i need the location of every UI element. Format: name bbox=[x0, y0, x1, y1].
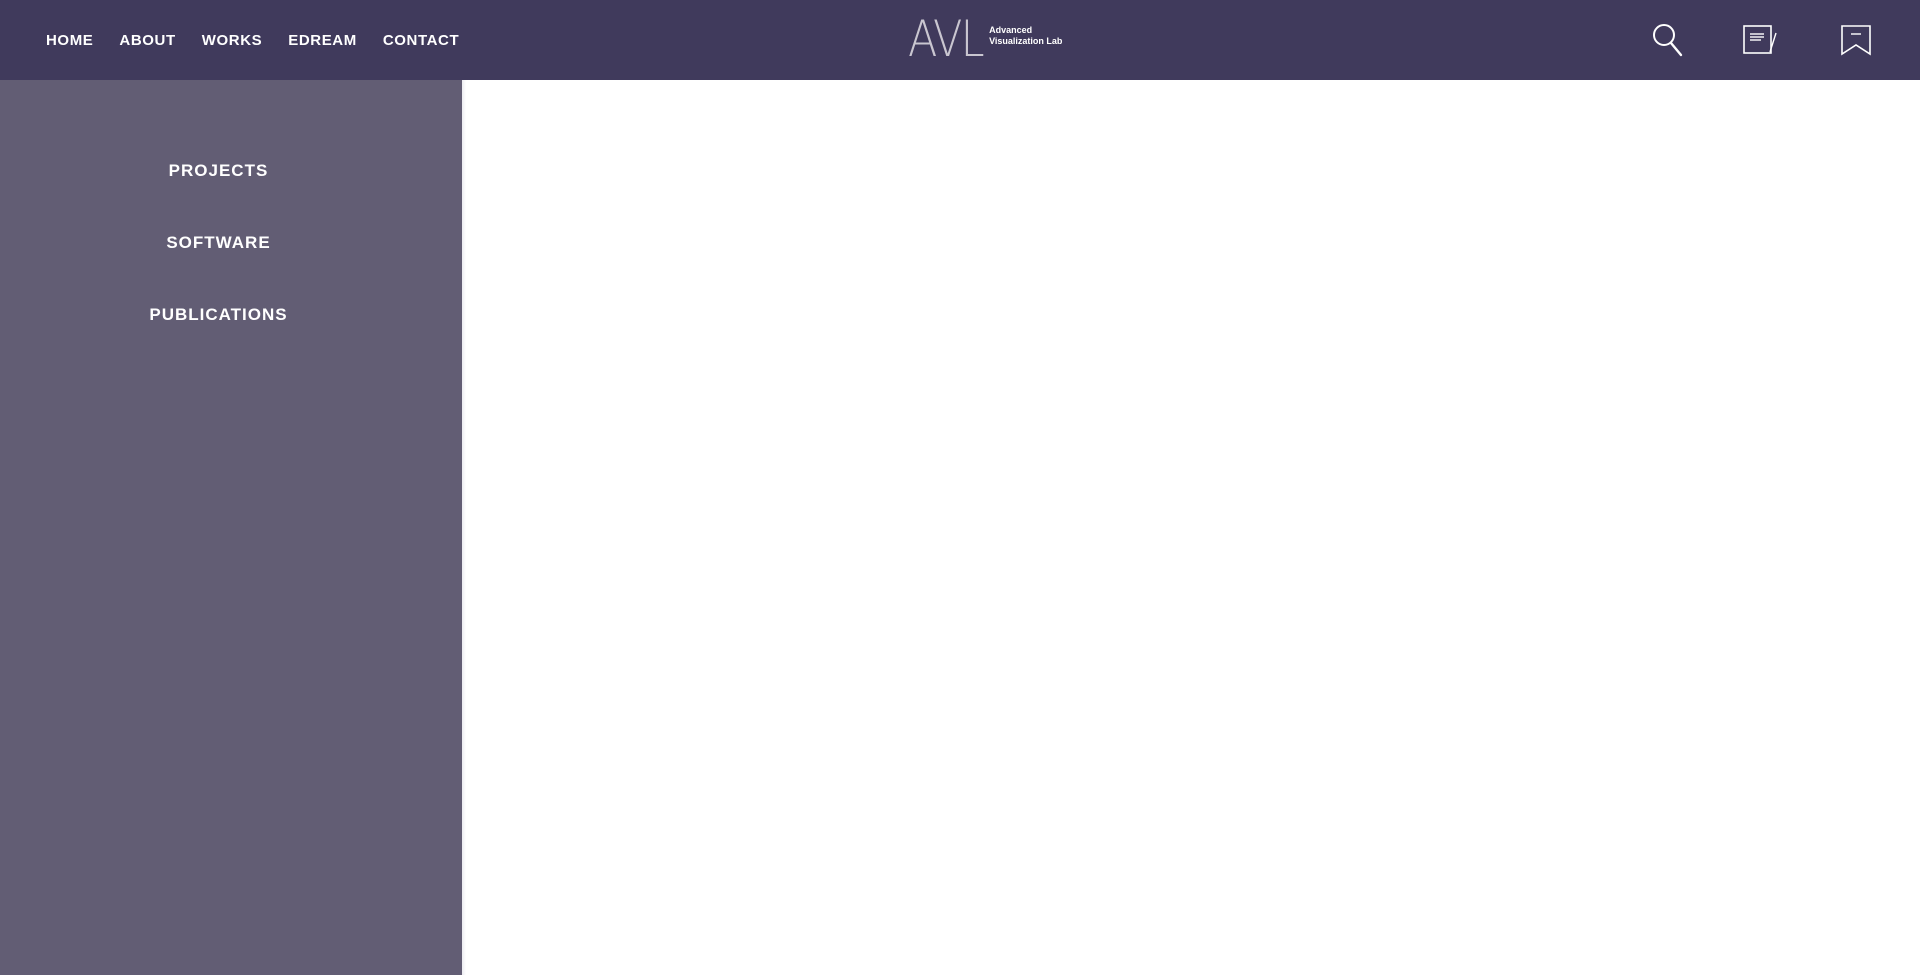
search-icon[interactable] bbox=[1650, 22, 1686, 58]
nav-home[interactable]: HOME bbox=[46, 32, 93, 49]
notes-icon[interactable] bbox=[1742, 22, 1778, 58]
nav-edream[interactable]: EDREAM bbox=[288, 32, 357, 49]
nav-about[interactable]: ABOUT bbox=[119, 32, 175, 49]
site-logo[interactable]: AVL Advanced Visualization Lab bbox=[908, 14, 1062, 64]
sidebar-menu: PROJECTS SOFTWARE PUBLICATIONS bbox=[0, 80, 462, 975]
site-header: HOME ABOUT WORKS EDREAM CONTACT AVL Adva… bbox=[0, 0, 1920, 80]
main-nav: HOME ABOUT WORKS EDREAM CONTACT bbox=[46, 0, 485, 80]
logo-line-1: Advanced bbox=[989, 25, 1033, 35]
sidebar-item-software[interactable]: SOFTWARE bbox=[0, 233, 437, 253]
bookmark-icon[interactable] bbox=[1838, 22, 1874, 58]
sidebar-item-publications[interactable]: PUBLICATIONS bbox=[0, 305, 437, 325]
main-content bbox=[466, 80, 1920, 975]
nav-works[interactable]: WORKS bbox=[202, 32, 263, 49]
sidebar-item-projects[interactable]: PROJECTS bbox=[0, 161, 437, 181]
logo-line-2: Visualization Lab bbox=[989, 36, 1063, 46]
logo-mark: AVL bbox=[908, 10, 985, 68]
nav-contact[interactable]: CONTACT bbox=[383, 32, 459, 49]
logo-text: Advanced Visualization Lab bbox=[989, 25, 1062, 47]
